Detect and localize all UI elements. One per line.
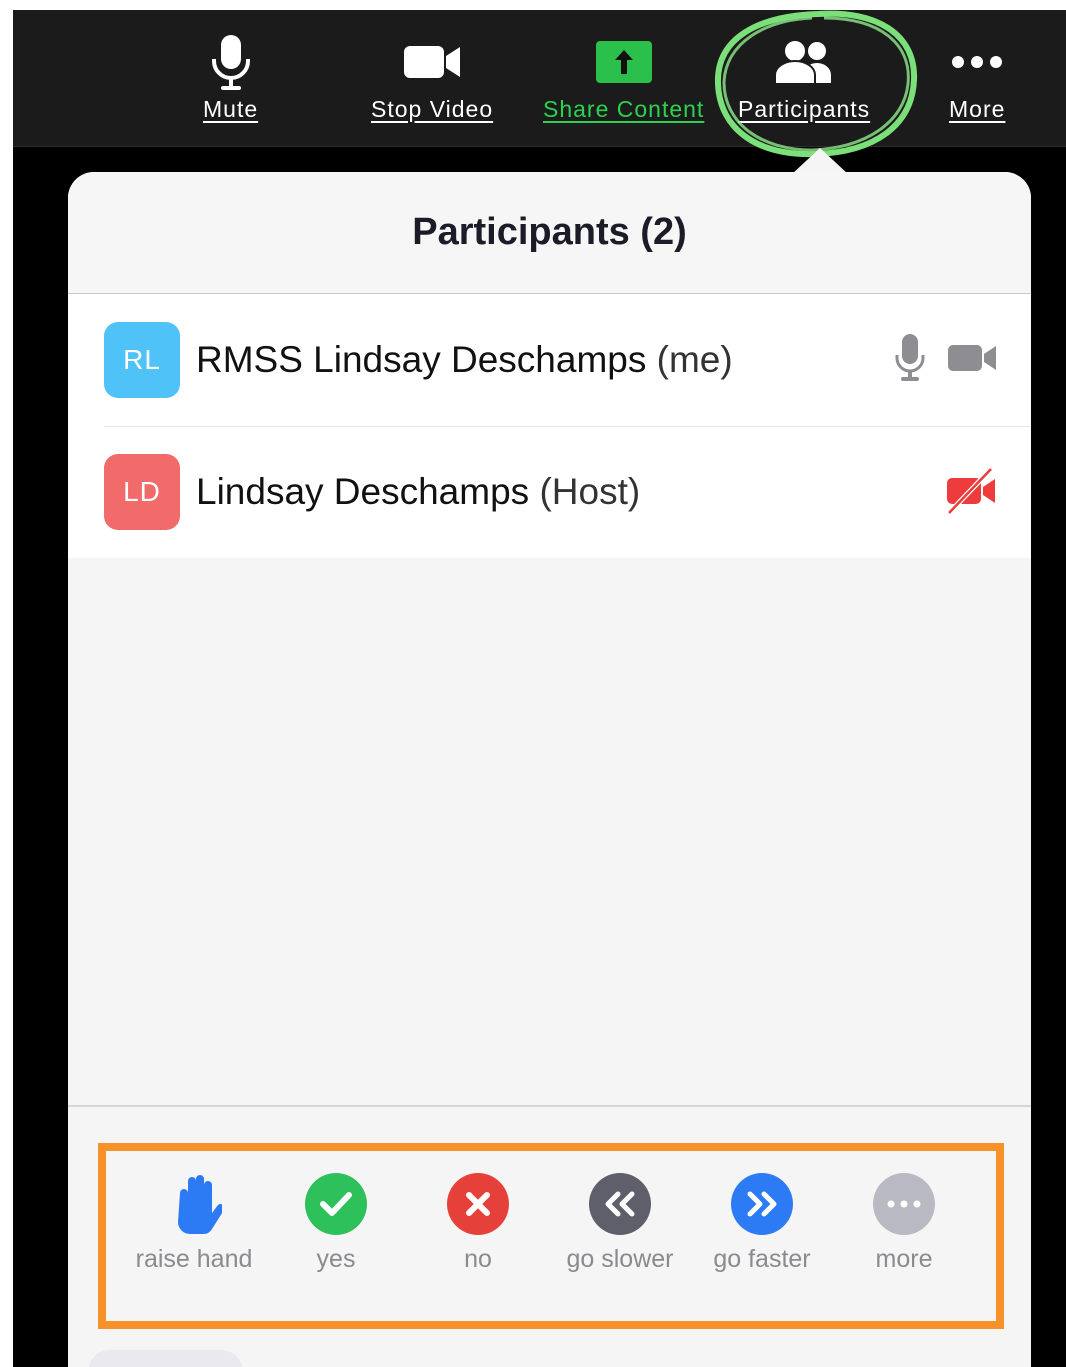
share-content-label: Share Content <box>543 96 705 122</box>
avatar: RL <box>104 322 180 398</box>
x-icon <box>447 1173 509 1235</box>
highlight-circle-annotation <box>714 10 918 158</box>
raised-hand-icon <box>163 1173 225 1235</box>
participant-suffix: (Host) <box>539 471 641 512</box>
participant-name: RMSS Lindsay Deschamps (me) <box>196 339 733 381</box>
participant-row[interactable]: RL RMSS Lindsay Deschamps (me) <box>68 294 1031 426</box>
participant-name-text: RMSS Lindsay Deschamps <box>196 339 647 380</box>
panel-title: Participants (2) <box>412 211 687 253</box>
panel-header: Participants (2) <box>68 172 1031 294</box>
yes-button[interactable]: yes <box>266 1173 406 1274</box>
microphone-icon <box>895 333 925 388</box>
reaction-label: yes <box>316 1245 356 1273</box>
mute-button[interactable]: Mute <box>203 32 258 123</box>
checkmark-icon <box>305 1173 367 1235</box>
popover-pointer <box>792 148 848 174</box>
participant-suffix: (me) <box>656 339 733 380</box>
microphone-icon <box>211 32 251 92</box>
double-chevron-right-icon <box>731 1173 793 1235</box>
more-button[interactable]: More <box>949 32 1005 123</box>
bottom-action-button[interactable] <box>88 1350 243 1367</box>
reactions-highlight-box: raise hand yes no go slower go faster mo… <box>98 1143 1004 1329</box>
share-content-button[interactable]: Share Content <box>543 32 704 123</box>
panel-empty-area <box>68 558 1031 1107</box>
ellipsis-icon <box>873 1173 935 1235</box>
reaction-label: raise hand <box>135 1245 253 1273</box>
reaction-label: go slower <box>566 1245 674 1273</box>
avatar: LD <box>104 454 180 530</box>
share-arrow-icon <box>595 32 653 92</box>
avatar-initials: RL <box>123 344 161 375</box>
video-off-icon <box>945 465 997 520</box>
go-slower-button[interactable]: go slower <box>550 1173 690 1274</box>
stop-video-label: Stop Video <box>371 96 494 122</box>
more-reactions-button[interactable]: more <box>834 1173 974 1274</box>
more-label: More <box>949 96 1006 122</box>
participant-row[interactable]: LD Lindsay Deschamps (Host) <box>68 426 1031 558</box>
no-button[interactable]: no <box>408 1173 548 1274</box>
double-chevron-left-icon <box>589 1173 651 1235</box>
reaction-label: no <box>464 1245 492 1273</box>
ellipsis-icon <box>951 32 1003 92</box>
zoom-meeting-screen: Mute Stop Video Share Content Participan… <box>13 10 1066 1367</box>
participant-list: RL RMSS Lindsay Deschamps (me) LD Lindsa… <box>68 294 1031 558</box>
mute-label: Mute <box>203 96 259 122</box>
avatar-initials: LD <box>123 476 161 507</box>
participant-name: Lindsay Deschamps (Host) <box>196 471 640 513</box>
video-camera-icon <box>402 32 462 92</box>
stop-video-button[interactable]: Stop Video <box>371 32 493 123</box>
participant-name-text: Lindsay Deschamps <box>196 471 530 512</box>
reaction-label: more <box>875 1245 933 1273</box>
raise-hand-button[interactable]: raise hand <box>124 1173 264 1274</box>
reaction-label: go faster <box>713 1245 811 1273</box>
video-camera-icon <box>947 343 997 378</box>
go-faster-button[interactable]: go faster <box>692 1173 832 1274</box>
